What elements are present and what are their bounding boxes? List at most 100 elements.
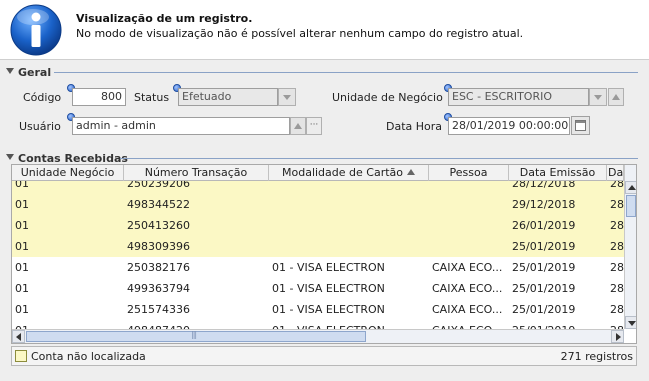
cell-numero: 498344522	[127, 198, 190, 211]
table-row[interactable]: 01 498309396 25/01/2019 28	[12, 236, 624, 257]
vertical-scrollbar[interactable]	[624, 165, 636, 329]
cell-numero: 499363794	[127, 282, 190, 295]
table-row[interactable]: 01 250239206 28/12/2018 28	[12, 181, 624, 194]
cell-da: 28	[607, 320, 624, 329]
column-header-da[interactable]: Da	[607, 165, 624, 181]
header-message: No modo de visualização não é possível a…	[76, 27, 524, 40]
cell-da: 28	[610, 198, 624, 211]
cell-da: 28	[610, 282, 624, 295]
column-header-numero[interactable]: Número Transação	[124, 165, 269, 181]
table-row[interactable]: 01 498344522 29/12/2018 28	[12, 194, 624, 215]
scroll-up-icon[interactable]	[625, 181, 636, 194]
cell-numero: 250382176	[127, 261, 190, 274]
status-select[interactable]: Efetuado	[178, 88, 278, 106]
usuario-field[interactable]: admin - admin	[72, 117, 290, 135]
cell-pessoa: CAIXA ECO...	[432, 282, 503, 295]
scroll-right-icon[interactable]	[611, 330, 624, 343]
table-body: 01 250239206 28/12/2018 28 01 498344522 …	[12, 181, 624, 329]
unidade-label: Unidade de Negócio	[332, 91, 443, 104]
column-header-modalidade-label: Modalidade de Cartão	[282, 166, 403, 179]
table-row[interactable]: 01 499363794 01 - VISA ELECTRON CAIXA EC…	[12, 278, 624, 299]
section-geral-label: Geral	[18, 66, 52, 79]
cell-modalidade	[269, 236, 429, 257]
table-row[interactable]: 01 250413260 26/01/2019 28	[12, 215, 624, 236]
header-title: Visualização de um registro.	[76, 12, 253, 25]
cell-da: 28	[610, 240, 624, 253]
cell-numero: 498309396	[127, 240, 190, 253]
cell-modalidade	[269, 215, 429, 236]
cell-modalidade: 01 - VISA ELECTRON	[269, 320, 429, 329]
cell-pessoa	[429, 236, 509, 257]
cell-emissao: 25/01/2019	[509, 320, 607, 329]
table-footer: Conta não localizada 271 registros	[11, 346, 637, 366]
horizontal-scrollbar[interactable]	[12, 329, 624, 343]
scroll-down-icon[interactable]	[625, 316, 636, 329]
cell-modalidade	[269, 181, 429, 194]
cell-emissao: 25/01/2019	[512, 240, 576, 253]
collapse-triangle-icon[interactable]	[6, 68, 14, 74]
usuario-search-button[interactable]: ···	[306, 117, 322, 135]
datahora-field[interactable]: 28/01/2019 00:00:00	[448, 117, 570, 135]
section-divider	[54, 72, 638, 73]
column-header-unidade[interactable]: Unidade Negócio	[12, 165, 124, 181]
usuario-lookup-button[interactable]	[290, 117, 306, 135]
unidade-select[interactable]: ESC - ESCRITORIO	[448, 88, 589, 106]
cell-unidade: 01	[15, 240, 29, 253]
unidade-dropdown-button[interactable]	[589, 88, 607, 106]
cell-emissao: 25/01/2019	[512, 261, 576, 274]
record-count: 271 registros	[560, 350, 633, 363]
cell-unidade: 01	[15, 303, 29, 316]
cell-pessoa	[429, 181, 509, 194]
cell-numero: 498487420	[124, 320, 269, 329]
table-row[interactable]: 01 498487420 01 - VISA ELECTRON CAIXA EC…	[12, 320, 624, 329]
cell-unidade: 01	[12, 320, 124, 329]
codigo-field[interactable]: 800	[72, 88, 126, 106]
cell-emissao: 25/01/2019	[512, 282, 576, 295]
cell-unidade: 01	[15, 261, 29, 274]
cell-pessoa: CAIXA ECO...	[432, 261, 503, 274]
column-header-modalidade[interactable]: Modalidade de Cartão	[269, 165, 429, 181]
cell-unidade: 01	[15, 198, 29, 211]
legend-swatch	[15, 350, 27, 362]
table-row[interactable]: 01 250382176 01 - VISA ELECTRON CAIXA EC…	[12, 257, 624, 278]
cell-numero: 250239206	[127, 181, 190, 190]
cell-modalidade	[269, 194, 429, 215]
info-header: Visualização de um registro. No modo de …	[0, 0, 649, 60]
codigo-label: Código	[23, 91, 62, 104]
cell-da: 28	[610, 261, 624, 274]
horizontal-scroll-thumb[interactable]	[26, 330, 366, 342]
cell-unidade: 01	[15, 219, 29, 232]
cell-emissao: 29/12/2018	[512, 198, 576, 211]
cell-numero: 250413260	[127, 219, 190, 232]
cell-unidade: 01	[15, 181, 29, 190]
section-geral[interactable]: Geral	[0, 66, 638, 80]
table-header: Unidade Negócio Número Transação Modalid…	[12, 165, 624, 181]
contas-table[interactable]: Unidade Negócio Número Transação Modalid…	[11, 164, 637, 344]
cell-da: 28	[610, 219, 624, 232]
cell-pessoa: CAIXA ECO...	[432, 303, 503, 316]
table-row[interactable]: 01 251574336 01 - VISA ELECTRON CAIXA EC…	[12, 299, 624, 320]
status-dropdown-button[interactable]	[278, 88, 296, 106]
cell-modalidade: 01 - VISA ELECTRON	[272, 303, 385, 316]
cell-emissao: 26/01/2019	[512, 219, 576, 232]
cell-emissao: 28/12/2018	[512, 181, 576, 190]
usuario-label: Usuário	[19, 120, 61, 133]
calendar-button[interactable]	[571, 116, 590, 135]
column-header-pessoa[interactable]: Pessoa	[429, 165, 509, 181]
datahora-label: Data Hora	[386, 120, 443, 133]
column-header-emissao[interactable]: Data Emissão	[509, 165, 607, 181]
cell-pessoa: CAIXA ECO...	[429, 320, 509, 329]
cell-emissao: 25/01/2019	[512, 303, 576, 316]
scroll-left-icon[interactable]	[12, 330, 25, 343]
cell-pessoa	[429, 194, 509, 215]
cell-da: 28	[610, 181, 624, 190]
cell-pessoa	[429, 215, 509, 236]
calendar-icon	[575, 120, 586, 131]
vertical-scroll-thumb[interactable]	[626, 195, 636, 217]
legend-label: Conta não localizada	[31, 350, 146, 363]
collapse-triangle-icon[interactable]	[6, 154, 14, 160]
section-divider	[120, 158, 638, 159]
info-icon	[10, 4, 62, 56]
unidade-lookup-button[interactable]	[608, 88, 624, 106]
cell-unidade: 01	[15, 282, 29, 295]
